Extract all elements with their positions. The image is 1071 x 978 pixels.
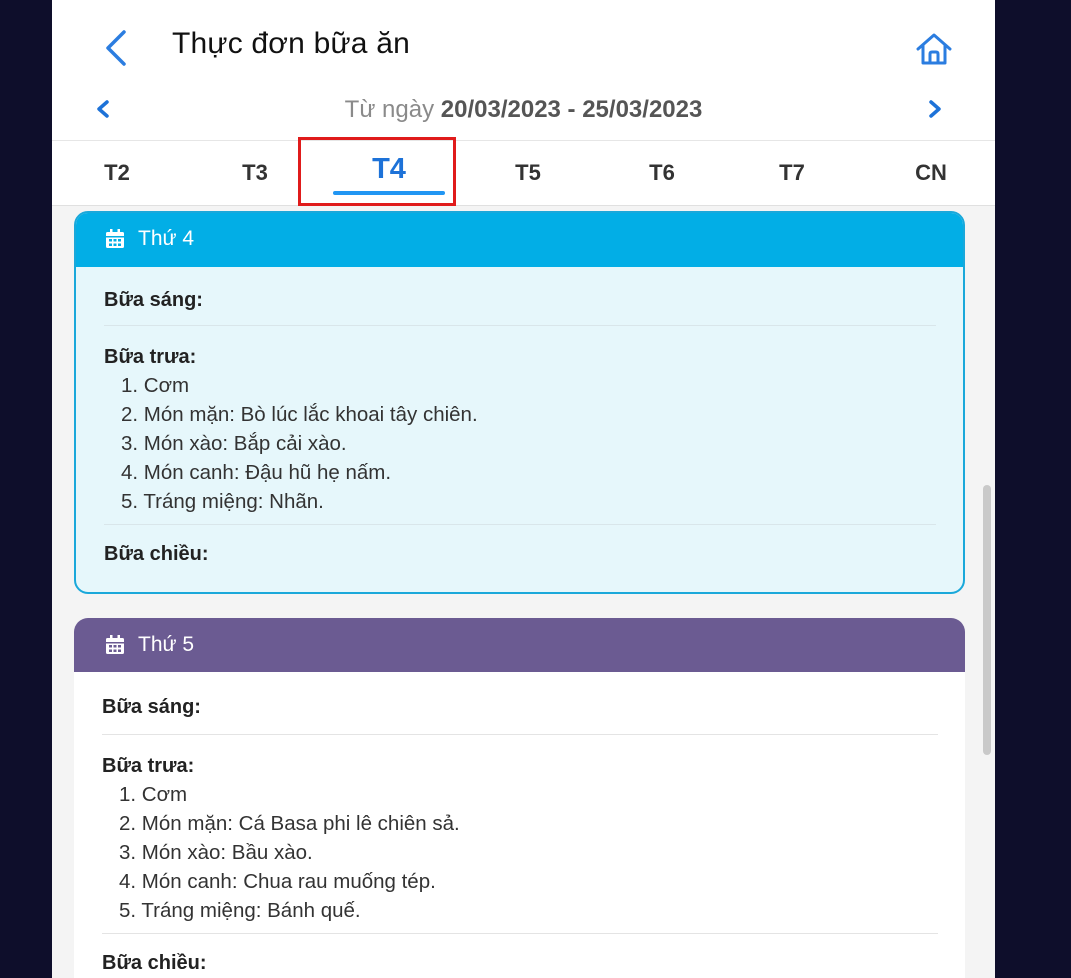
back-arrow-icon (106, 30, 126, 66)
chevron-right-icon (929, 100, 941, 118)
tab-t4[interactable]: T4 (333, 141, 445, 205)
home-icon (916, 33, 952, 65)
tab-t2[interactable]: T2 (82, 141, 152, 205)
meal-lunch: Bữa trưa: 1. Cơm 2. Món mặn: Cá Basa phi… (102, 735, 938, 934)
day-card-thu-5: Thứ 5 Bữa sáng: Bữa trưa: 1. Cơm 2. Món … (74, 618, 965, 978)
day-card-body: Bữa sáng: Bữa trưa: 1. Cơm 2. Món mặn: B… (76, 267, 963, 566)
list-item: 4. Món canh: Đậu hũ hẹ nấm. (121, 461, 392, 484)
tab-label: T7 (779, 160, 805, 185)
tab-t6[interactable]: T6 (627, 141, 697, 205)
list-item: 2. Món mặn: Cá Basa phi lê chiên sả. (119, 812, 460, 835)
day-title: Thứ 5 (138, 633, 195, 656)
page-title: Thực đơn bữa ăn (172, 27, 410, 60)
calendar-icon (104, 228, 126, 250)
day-title: Thứ 4 (138, 227, 195, 250)
lunch-items: 1. Cơm 2. Món mặn: Cá Basa phi lê chiên … (102, 780, 938, 925)
meal-title: Bữa trưa: (104, 346, 197, 368)
meal-lunch: Bữa trưa: 1. Cơm 2. Món mặn: Bò lúc lắc … (104, 326, 936, 525)
date-range-row: Từ ngày 20/03/2023 - 25/03/2023 (52, 90, 995, 130)
tab-label: T4 (372, 152, 406, 185)
day-card-header: Thứ 5 (74, 618, 965, 672)
day-tabs: T2 T3 T4 T5 T6 T7 CN (52, 140, 995, 206)
tab-label: T5 (515, 160, 541, 185)
meal-title: Bữa sáng: (104, 289, 203, 311)
list-item: 3. Món xào: Bắp cải xào. (121, 432, 347, 455)
tab-label: T6 (649, 160, 675, 185)
meal-title: Bữa chiều: (102, 952, 207, 974)
next-week-button[interactable] (920, 94, 950, 124)
day-card-header: Thứ 4 (76, 213, 963, 267)
list-item: 4. Món canh: Chua rau muống tép. (119, 870, 436, 893)
tab-label: T3 (242, 160, 268, 185)
day-card-thu-4: Thứ 4 Bữa sáng: Bữa trưa: 1. Cơm 2. Món … (74, 211, 965, 594)
list-item: 1. Cơm (121, 374, 190, 397)
list-item: 5. Tráng miệng: Nhãn. (121, 490, 324, 513)
meal-breakfast: Bữa sáng: (104, 267, 936, 326)
list-item: 1. Cơm (119, 783, 188, 806)
active-tab-indicator (333, 191, 445, 195)
list-item: 3. Món xào: Bầu xào. (119, 841, 313, 864)
date-range-label: Từ ngày 20/03/2023 - 25/03/2023 (52, 96, 995, 124)
home-button[interactable] (910, 26, 958, 72)
meal-title: Bữa trưa: (102, 755, 195, 777)
tab-t3[interactable]: T3 (220, 141, 290, 205)
meal-afternoon: Bữa chiều: (102, 934, 938, 975)
phone-screen: Thực đơn bữa ăn Từ ngày 20/03/2023 - 25/… (52, 0, 995, 978)
tab-label: CN (915, 160, 947, 185)
app-bar: Thực đơn bữa ăn Từ ngày 20/03/2023 - 25/… (52, 0, 995, 140)
date-prefix: Từ ngày (344, 96, 441, 123)
meal-breakfast: Bữa sáng: (102, 672, 938, 735)
lunch-items: 1. Cơm 2. Món mặn: Bò lúc lắc khoai tây … (104, 371, 936, 516)
meal-title: Bữa sáng: (102, 696, 201, 718)
date-range-value: 20/03/2023 - 25/03/2023 (440, 96, 703, 123)
back-button[interactable] (96, 26, 136, 70)
list-item: 2. Món mặn: Bò lúc lắc khoai tây chiên. (121, 403, 478, 426)
meal-afternoon: Bữa chiều: (104, 525, 936, 566)
list-item: 5. Tráng miệng: Bánh quế. (119, 899, 361, 922)
scrollbar[interactable] (983, 485, 991, 755)
day-card-body: Bữa sáng: Bữa trưa: 1. Cơm 2. Món mặn: C… (74, 672, 965, 975)
tab-label: T2 (104, 160, 130, 185)
calendar-icon (104, 634, 126, 656)
tab-cn[interactable]: CN (896, 141, 966, 205)
tab-t5[interactable]: T5 (493, 141, 563, 205)
meal-title: Bữa chiều: (104, 543, 209, 565)
tab-t7[interactable]: T7 (757, 141, 827, 205)
